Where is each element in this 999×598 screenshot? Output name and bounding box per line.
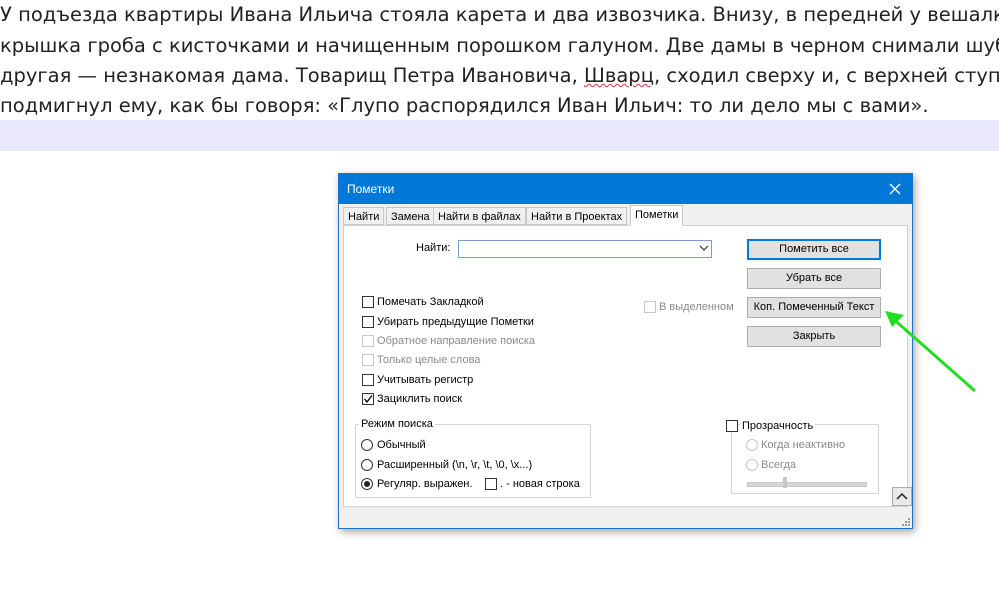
wrap-around-label: Зациклить поиск (377, 393, 463, 405)
radio-selected-dot (364, 481, 370, 487)
whole-word-checkbox[interactable] (362, 354, 374, 366)
radio-when-inactive[interactable] (746, 439, 758, 451)
radio-regex[interactable] (361, 478, 373, 490)
doc-line-2: крышка гроба с кисточками и начищенным п… (0, 34, 999, 57)
radio-when-inactive-label: Когда неактивно (761, 439, 846, 451)
doc-line-3: другая — незнакомая дама. Товарищ Петра … (0, 61, 999, 91)
transparency-title: Прозрачность (740, 420, 816, 432)
tab-find[interactable]: Найти (343, 207, 385, 225)
in-selection-checkbox[interactable] (644, 301, 656, 313)
search-mode-title: Режим поиска (359, 418, 435, 430)
in-selection-label: В выделенном (659, 301, 734, 313)
transparency-slider-track[interactable] (747, 482, 867, 487)
purge-marks-label: Убирать предыдущие Пометки (377, 316, 534, 328)
whole-word-label: Только целые слова (377, 354, 481, 366)
backward-search-label: Обратное направление поиска (377, 335, 536, 347)
dialog-titlebar[interactable]: Пометки (339, 174, 912, 204)
bookmark-line-label: Помечать Закладкой (377, 296, 484, 308)
backward-search-checkbox[interactable] (362, 335, 374, 347)
copy-marked-text-button[interactable]: Коп. Помеченный Текст (747, 297, 881, 318)
dot-matches-newline-label: . - новая строка (500, 478, 580, 490)
tab-find-in-projects[interactable]: Найти в Проектах (526, 207, 628, 225)
mark-all-button[interactable]: Пометить все (747, 239, 881, 260)
radio-normal-label: Обычный (377, 439, 426, 451)
transparency-slider-thumb[interactable] (783, 477, 787, 488)
radio-normal[interactable] (361, 439, 373, 451)
dot-matches-newline-checkbox[interactable] (485, 478, 497, 490)
wrap-around-checkbox[interactable] (362, 393, 374, 405)
radio-extended-label: Расширенный (\n, \r, \t, \0, \x...) (377, 459, 533, 471)
clear-all-button[interactable]: Убрать все (747, 268, 881, 289)
purge-marks-checkbox[interactable] (362, 316, 374, 328)
close-button[interactable]: Закрыть (747, 326, 881, 347)
resize-grip-icon[interactable] (901, 517, 911, 527)
checkmark-icon (363, 395, 373, 404)
match-case-checkbox[interactable] (362, 374, 374, 386)
close-icon[interactable] (884, 178, 906, 200)
spellcheck-word: Шварц (584, 64, 654, 87)
chevron-up-icon (896, 492, 908, 500)
tab-find-in-files[interactable]: Найти в файлах (433, 207, 526, 225)
doc-line-1: У подъезда квартиры Ивана Ильича стояла … (0, 3, 999, 26)
tab-mark[interactable]: Пометки (630, 205, 684, 226)
find-input[interactable] (458, 240, 712, 258)
doc-text: другая — незнакомая дама. Товарищ Петра … (0, 64, 585, 87)
doc-line-4: подмигнул ему, как бы говоря: «Глупо рас… (0, 94, 929, 117)
radio-always[interactable] (746, 459, 758, 471)
match-case-label: Учитывать регистр (377, 374, 474, 386)
find-label: Найти: (416, 242, 451, 254)
chevron-down-icon[interactable] (699, 243, 709, 256)
collapse-up-button[interactable] (892, 487, 912, 506)
mark-dialog: Пометки Найти Замена Найти в файлах Найт… (338, 173, 913, 529)
mark-panel: Найти: Пометить все Убрать все Коп. Поме… (343, 225, 912, 507)
radio-extended[interactable] (361, 459, 373, 471)
radio-regex-label: Регуляр. выражен. (377, 478, 473, 490)
tab-replace[interactable]: Замена (386, 207, 435, 225)
bookmark-line-checkbox[interactable] (362, 296, 374, 308)
transparency-checkbox[interactable] (726, 420, 738, 432)
dialog-title: Пометки (347, 182, 395, 196)
doc-text: , сходил сверху и, с верхней ступ (653, 64, 999, 87)
radio-always-label: Всегда (761, 459, 797, 471)
status-bar (339, 507, 912, 528)
green-arrow-annotation (885, 311, 976, 393)
current-line-highlight (0, 120, 999, 151)
